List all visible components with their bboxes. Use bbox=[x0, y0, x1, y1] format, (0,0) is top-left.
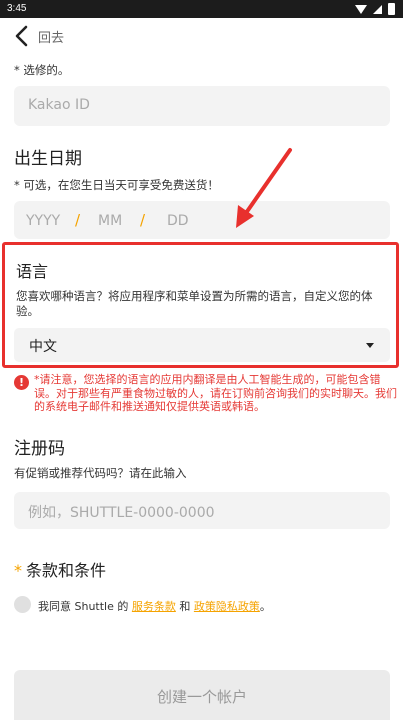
warning-text: *请注意，您选择的语言的应用内翻译是由人工智能生成的，可能包含错误。对于那些有严… bbox=[34, 373, 397, 413]
agree-prefix: 我同意 Shuttle 的 bbox=[38, 600, 129, 613]
alert-icon: ! bbox=[14, 375, 29, 390]
status-time: 3:45 bbox=[7, 3, 27, 14]
create-account-label[interactable]: 创建一个帐户 bbox=[14, 686, 390, 707]
status-icons bbox=[355, 3, 395, 15]
language-select[interactable]: 中文 bbox=[14, 328, 390, 362]
kakao-optional-note: * 选修的。 bbox=[14, 63, 70, 77]
language-description: 您喜欢哪种语言？将应用程序和菜单设置为所需的语言，自定义您的体验。 bbox=[16, 289, 373, 318]
terms-title-text: 条款和条件 bbox=[26, 561, 107, 580]
language-section-highlight: 语言 您喜欢哪种语言？将应用程序和菜单设置为所需的语言，自定义您的体验。 中文 bbox=[2, 242, 399, 368]
kakao-id-placeholder: Kakao ID bbox=[28, 97, 90, 113]
required-asterisk: * bbox=[14, 561, 22, 580]
agree-suffix: 。 bbox=[259, 600, 271, 613]
battery-icon bbox=[388, 3, 395, 15]
birth-day-field[interactable]: DD bbox=[167, 213, 189, 229]
language-selected-value[interactable]: 中文 bbox=[29, 336, 57, 356]
wifi-icon bbox=[355, 4, 367, 14]
privacy-policy-link[interactable]: 政策隐私政策 bbox=[194, 600, 260, 613]
language-title: 语言 bbox=[16, 262, 49, 281]
kakao-id-input[interactable]: Kakao ID bbox=[14, 86, 390, 126]
back-button[interactable]: 回去 bbox=[10, 24, 64, 48]
chevron-left-icon[interactable] bbox=[10, 24, 34, 48]
birth-year-field[interactable]: YYYY bbox=[26, 213, 60, 229]
agree-and: 和 bbox=[179, 600, 191, 613]
birth-month-field[interactable]: MM bbox=[98, 213, 122, 229]
referral-code-input[interactable]: 例如，SHUTTLE-0000-0000 bbox=[14, 492, 390, 529]
birthday-note: * 可选，在您生日当天可享受免费送货！ bbox=[14, 178, 219, 192]
referral-placeholder: 例如，SHUTTLE-0000-0000 bbox=[28, 505, 215, 521]
terms-of-service-link[interactable]: 服务条款 bbox=[132, 600, 176, 613]
referral-note: 有促销或推荐代码吗？请在此输入 bbox=[14, 466, 187, 480]
signal-icon bbox=[373, 4, 382, 14]
birthday-input[interactable]: YYYY / MM / DD bbox=[14, 201, 390, 239]
terms-title: * 条款和条件 bbox=[14, 557, 106, 581]
status-bar: 3:45 bbox=[0, 0, 403, 18]
referral-title: 注册码 bbox=[14, 439, 65, 459]
date-separator: / bbox=[140, 211, 146, 229]
agree-checkbox[interactable] bbox=[14, 596, 31, 613]
caret-down-icon[interactable] bbox=[366, 343, 374, 348]
birthday-title: 出生日期 bbox=[14, 149, 82, 169]
date-separator: / bbox=[75, 211, 81, 229]
create-account-button[interactable]: 创建一个帐户 bbox=[14, 670, 390, 720]
agree-text: 我同意 Shuttle 的 服务条款 和 政策隐私政策。 bbox=[38, 598, 271, 614]
back-label[interactable]: 回去 bbox=[38, 27, 64, 46]
